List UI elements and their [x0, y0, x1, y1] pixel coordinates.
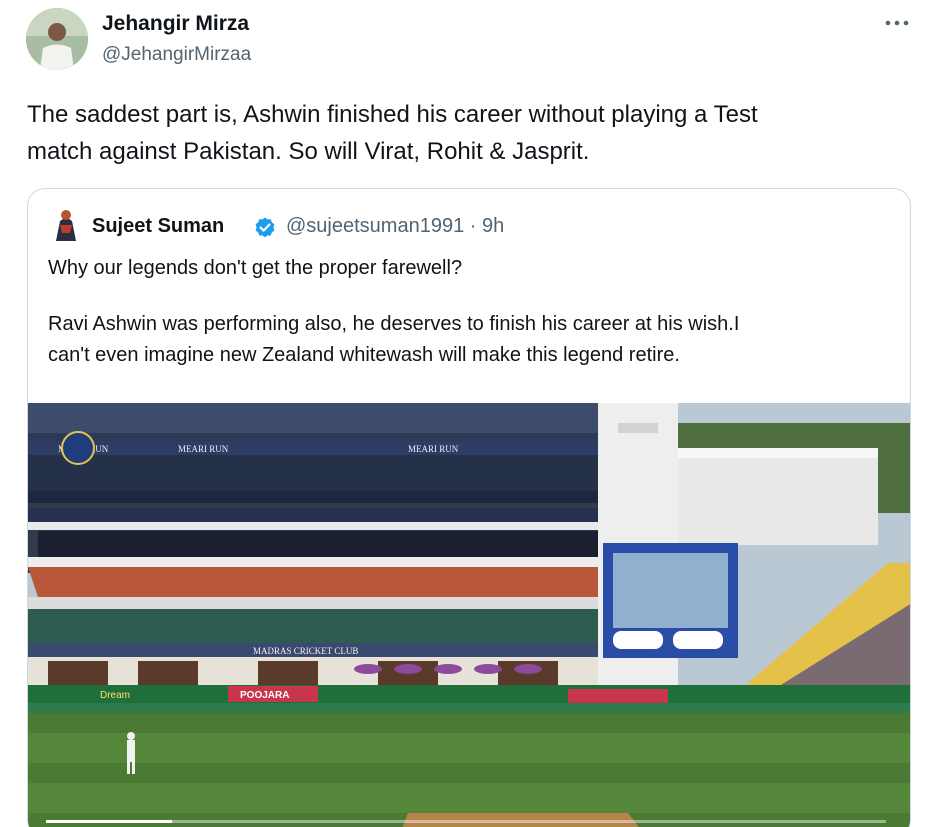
quoted-text: Why our legends don't get the proper far… — [48, 253, 898, 371]
quoted-time[interactable]: 9h — [482, 215, 504, 237]
quoted-author-avatar — [50, 207, 82, 245]
sponsor-board-3: MEARI RUN — [408, 444, 459, 454]
author-name[interactable]: Jehangir Mirza — [102, 12, 249, 36]
verified-badge-icon — [255, 217, 275, 238]
separator-dot: · — [469, 215, 477, 237]
quoted-paragraph-2: Ravi Ashwin was performing also, he dese… — [48, 309, 898, 371]
video-progress-bar[interactable] — [46, 820, 886, 823]
quoted-paragraph-2-line-2: can't even imagine new Zealand whitewash… — [48, 344, 680, 366]
author-handle[interactable]: @JehangirMirzaa — [102, 44, 251, 66]
ad-board-dream: Dream — [100, 690, 130, 701]
quoted-paragraph-1: Why our legends don't get the proper far… — [48, 257, 463, 279]
ad-board-poojara: POOJARA — [240, 690, 289, 701]
tweet-text: The saddest part is, Ashwin finished his… — [27, 101, 758, 165]
quoted-author-name: Sujeet Suman — [92, 215, 225, 237]
quoted-handle-row: @sujeetsuman1991 · 9h — [286, 215, 504, 238]
quoted-paragraph-2-line-1: Ravi Ashwin was performing also, he dese… — [48, 313, 740, 335]
quoted-author-handle: @sujeetsuman1991 — [286, 215, 465, 237]
more-options-button[interactable] — [880, 8, 914, 38]
author-avatar[interactable] — [26, 8, 88, 70]
stadium-video-frame: MEARI RUN MEARI RUN MEARI RUN MADRAS CRI… — [28, 403, 910, 827]
sponsor-board-2: MEARI RUN — [178, 444, 229, 454]
quoted-tweet-card[interactable]: Sujeet Suman @sujeetsuman1991 · 9h Why o… — [27, 188, 911, 827]
video-progress-fill — [46, 820, 172, 823]
club-sign: MADRAS CRICKET CLUB — [253, 646, 358, 656]
video-player[interactable]: MEARI RUN MEARI RUN MEARI RUN MADRAS CRI… — [28, 403, 910, 827]
more-horizontal-icon — [885, 20, 909, 26]
